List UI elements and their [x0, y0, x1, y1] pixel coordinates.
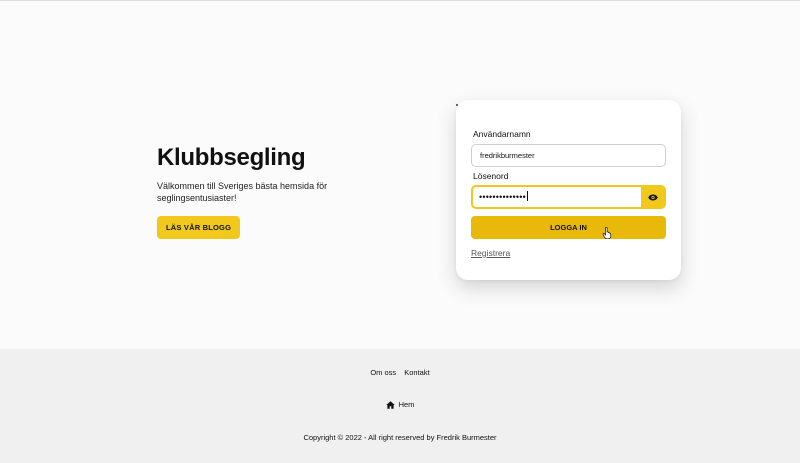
password-field[interactable]: •••••••••••••• [471, 185, 666, 209]
username-label: Användarnamn [473, 129, 531, 139]
password-value: •••••••••••••• [479, 191, 528, 203]
footer-home-link[interactable]: Hem [0, 400, 800, 409]
hero-subtitle: Välkommen till Sveriges bästa hemsida fö… [157, 181, 328, 203]
footer-home-label: Hem [398, 400, 415, 409]
read-blog-button[interactable]: LÄS VÅR BLOGG [157, 216, 241, 239]
register-link[interactable]: Registrera [471, 248, 510, 258]
footer-link-contact[interactable]: Kontakt [404, 368, 429, 377]
password-label: Lösenord [473, 171, 509, 181]
login-button[interactable]: LOGGA IN [471, 216, 666, 239]
text-caret [526, 191, 528, 201]
username-field[interactable]: fredrikburmester [471, 144, 666, 167]
show-password-button[interactable] [641, 187, 664, 207]
footer-link-about[interactable]: Om oss [370, 368, 396, 377]
hero-section: Klubbsegling Välkommen till Sveriges bäs… [157, 143, 397, 239]
eye-icon [647, 194, 658, 200]
top-border [0, 0, 800, 1]
card-marker [456, 104, 458, 106]
home-icon [385, 400, 395, 409]
password-mask: •••••••••••••• [479, 192, 526, 202]
login-card: Användarnamn fredrikburmester Lösenord •… [456, 100, 681, 280]
hand-pointer-icon [602, 227, 612, 239]
footer: Om oss Kontakt Hem Copyright © 2022 - Al… [0, 349, 800, 463]
hero-title: Klubbsegling [157, 144, 306, 171]
copyright-text: Copyright © 2022 - All right reserved by… [303, 433, 497, 442]
footer-links: Om oss Kontakt [0, 368, 800, 377]
